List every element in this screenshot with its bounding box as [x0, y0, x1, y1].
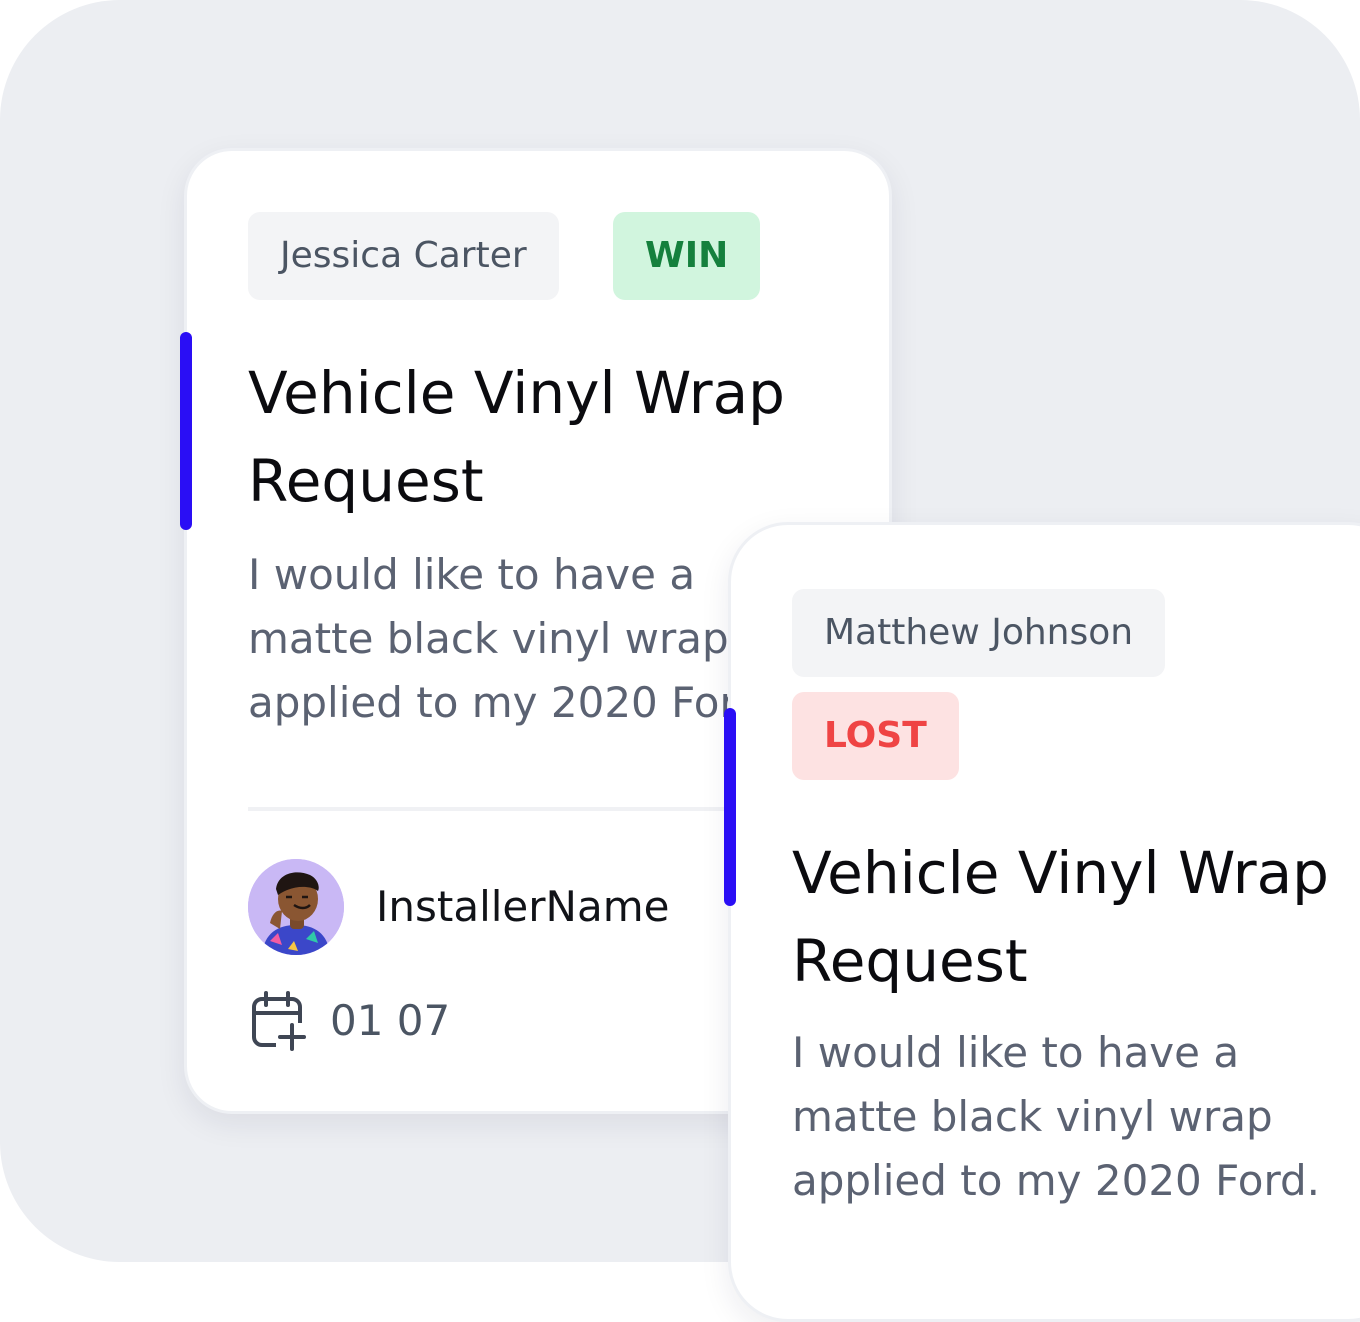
status-badge-lost: LOST [792, 692, 959, 780]
request-card-lost[interactable]: Matthew Johnson LOST Vehicle Vinyl Wrap … [728, 522, 1360, 1322]
request-title-line-2: Request [248, 447, 484, 515]
installer-name[interactable]: InstallerName [376, 881, 669, 933]
request-title-line-1: Vehicle Vinyl Wrap [248, 359, 785, 427]
request-date: 01 07 [330, 996, 451, 1045]
avatar-illustration [248, 859, 344, 955]
card-accent-bar [180, 332, 192, 530]
calendar-plus-icon [252, 991, 306, 1051]
customer-name-chip: Matthew Johnson [792, 589, 1166, 677]
card-accent-bar [724, 708, 736, 906]
status-badge-win: WIN [613, 212, 761, 300]
request-description-line-1: I would like to have a [792, 1028, 1240, 1077]
request-description-line-2: matte black vinyl wrap [248, 614, 729, 663]
request-description-line-3: applied to my 2020 Ford. [248, 678, 777, 727]
avatar [248, 859, 344, 955]
customer-name-chip: Jessica Carter [248, 212, 559, 300]
request-title-line-1: Vehicle Vinyl Wrap [792, 839, 1329, 907]
request-description-line-1: I would like to have a [248, 550, 696, 599]
request-description-line-2: matte black vinyl wrap [792, 1092, 1273, 1141]
request-description-line-3: applied to my 2020 Ford. [792, 1156, 1321, 1205]
request-title-line-2: Request [792, 927, 1028, 995]
